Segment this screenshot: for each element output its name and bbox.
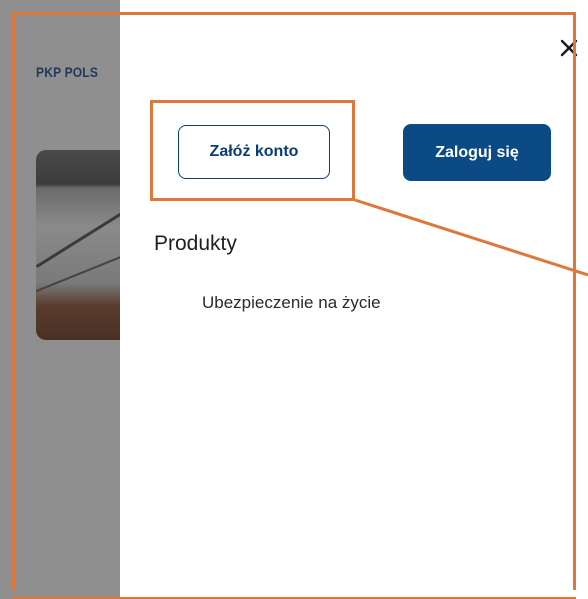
side-drawer: Załóż konto Zaloguj się Produkty Ubezpie… xyxy=(120,0,588,599)
login-button-label: Zaloguj się xyxy=(435,143,519,161)
screenshot-canvas: PKP POLS Załóż konto Zaloguj się Produkt… xyxy=(0,0,588,599)
register-button-label: Załóż konto xyxy=(209,143,299,160)
menu-item-life-insurance[interactable]: Ubezpieczenie na życie xyxy=(202,293,381,313)
products-heading: Produkty xyxy=(154,232,237,255)
hero-image xyxy=(36,150,120,340)
close-button[interactable] xyxy=(555,34,583,62)
login-button[interactable]: Zaloguj się xyxy=(403,124,551,181)
close-icon xyxy=(560,39,578,57)
background-page-overlay[interactable]: PKP POLS xyxy=(0,0,120,599)
site-logo: PKP POLS xyxy=(36,64,99,80)
register-button[interactable]: Załóż konto xyxy=(178,125,330,179)
